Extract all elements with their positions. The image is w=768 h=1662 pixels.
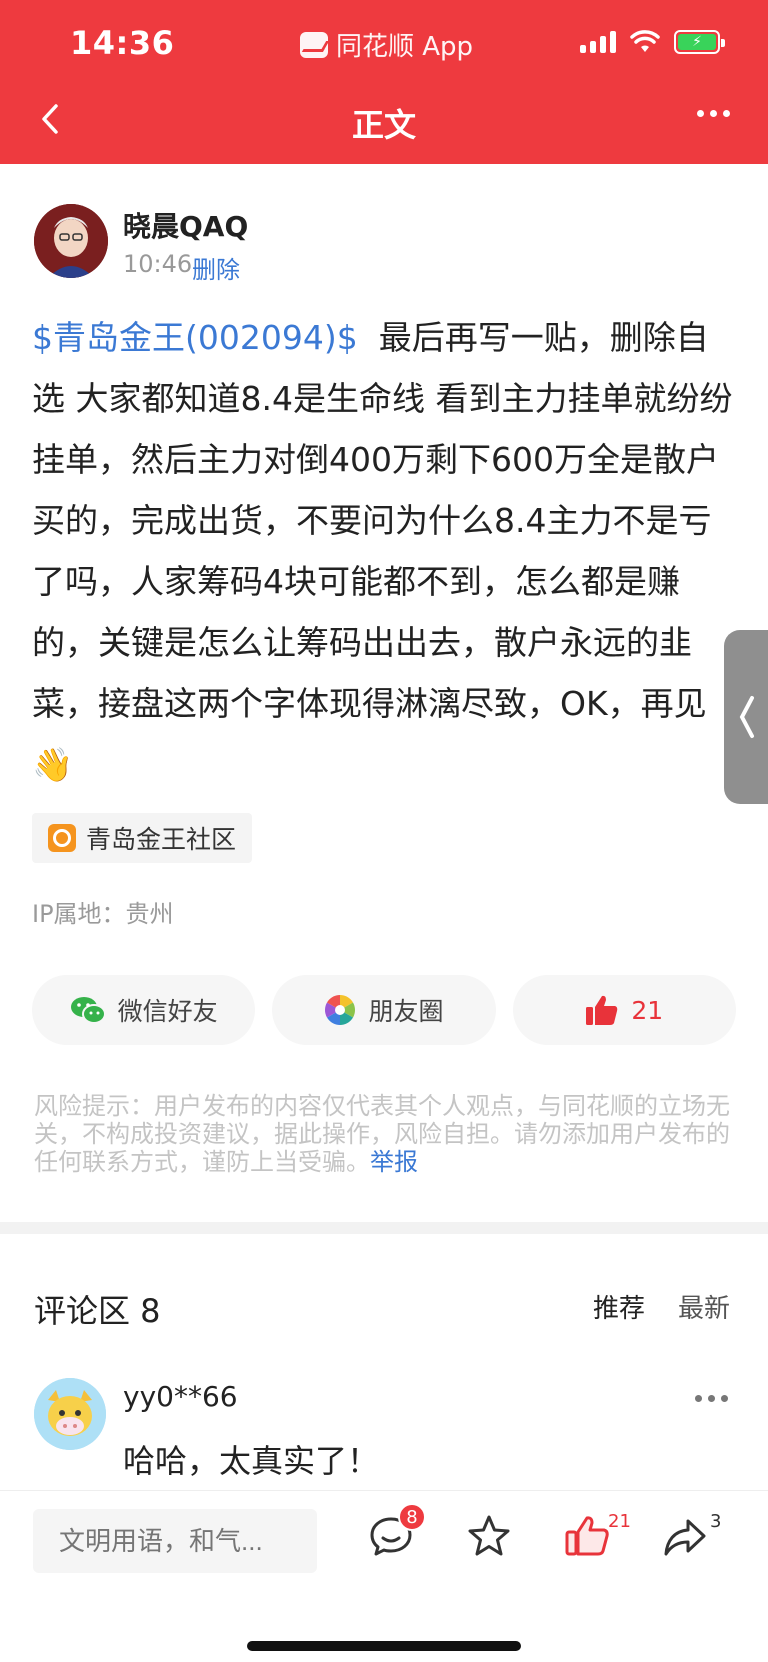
page-title: 正文 — [351, 106, 416, 144]
section-divider — [0, 1222, 768, 1234]
comment-count-badge: 8 — [398, 1503, 426, 1531]
share-wechat-button[interactable]: 微信好友 — [32, 975, 256, 1045]
battery-icon: ⚡ — [674, 30, 725, 54]
share-count: 3 — [710, 1511, 722, 1532]
like-count: 21 — [631, 995, 664, 1025]
post-text: 最后再写一贴，删除自选 大家都知道8.4是生命线 看到主力挂单就纷纷挂单，然后主… — [32, 318, 733, 723]
share-moments-label: 朋友圈 — [368, 997, 444, 1026]
post-time: 10:46 — [123, 250, 193, 278]
more-options-icon[interactable] — [697, 110, 730, 117]
header: 14:36 同花顺 App ⚡ 正文 — [0, 0, 768, 164]
comment-more-icon[interactable] — [695, 1395, 728, 1402]
status-app-label: 同花顺 App — [336, 32, 474, 62]
community-icon — [48, 824, 76, 852]
moments-icon — [325, 995, 356, 1025]
comments-title: 评论区 8 — [34, 1292, 161, 1330]
wifi-icon — [630, 30, 660, 52]
comment-input[interactable] — [33, 1509, 317, 1573]
share-wechat-label: 微信好友 — [117, 997, 218, 1026]
thumbs-up-icon — [586, 995, 618, 1025]
like-icon[interactable] — [562, 1511, 612, 1561]
community-tag[interactable]: 青岛金王社区 — [32, 813, 253, 863]
commenter-avatar[interactable] — [34, 1378, 106, 1450]
ip-location: IP属地：贵州 — [32, 900, 174, 928]
comment-text: 哈哈，太真实了！ — [123, 1442, 380, 1480]
like-button[interactable]: 21 — [512, 975, 736, 1045]
sort-recommended-tab[interactable]: 推荐 — [593, 1288, 645, 1325]
home-indicator — [247, 1641, 521, 1651]
stock-tag-link[interactable]: $青岛金王(002094)$ — [32, 318, 358, 357]
author-name[interactable]: 晓晨QAQ — [123, 205, 248, 245]
sort-latest-tab[interactable]: 最新 — [678, 1288, 730, 1325]
post-content: $青岛金王(002094)$ 最后再写一贴，删除自选 大家都知道8.4是生命线 … — [32, 307, 740, 795]
chevron-left-icon — [739, 696, 754, 738]
app-icon — [300, 31, 328, 58]
delete-link[interactable]: 删除 — [192, 250, 240, 285]
bottom-like-count: 21 — [608, 1511, 631, 1532]
commenter-name[interactable]: yy0**66 — [123, 1380, 238, 1413]
share-moments-button[interactable]: 朋友圈 — [272, 975, 496, 1045]
wechat-icon — [70, 997, 106, 1024]
waving-hand-emoji: 👋 — [32, 745, 74, 784]
battery-charging-icon: ⚡ — [678, 34, 716, 50]
author-avatar[interactable] — [34, 204, 108, 278]
share-icon[interactable] — [660, 1511, 710, 1561]
report-link[interactable]: 举报 — [370, 1148, 418, 1176]
signal-icon — [580, 31, 616, 53]
share-row: 微信好友 朋友圈 21 — [32, 975, 736, 1045]
side-drawer-handle[interactable] — [724, 630, 768, 804]
status-icons: ⚡ — [580, 30, 725, 54]
community-label: 青岛金王社区 — [86, 825, 237, 854]
status-app-indicator[interactable]: 同花顺 App — [300, 26, 473, 63]
risk-notice: 风险提示：用户发布的内容仅代表其个人观点，与同花顺的立场无关，不构成投资建议，据… — [34, 1092, 738, 1176]
star-icon[interactable] — [464, 1511, 514, 1561]
bottom-bar: 8 21 3 — [0, 1490, 768, 1662]
status-time: 14:36 — [70, 24, 175, 62]
